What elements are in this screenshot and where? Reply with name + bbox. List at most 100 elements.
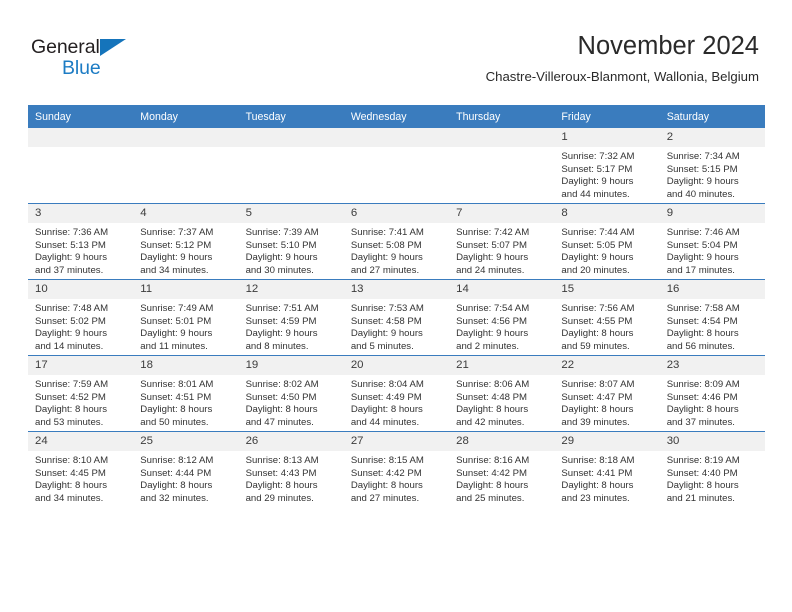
day-detail-lines: Sunrise: 7:46 AM Sunset: 5:04 PM Daylight:… [660, 223, 765, 277]
day-detail-lines: Sunrise: 7:54 AM Sunset: 4:56 PM Daylight:… [449, 299, 554, 353]
daylight-text-cont: and 27 minutes. [350, 492, 420, 504]
daylight-text-cont: and 21 minutes. [666, 492, 735, 504]
calendar-week-row: 10 Sunrise: 7:48 AM Sunset: 5:02 PM Dayligh… [28, 279, 765, 356]
sunrise-text: Sunrise: 8:16 AM [456, 455, 530, 466]
calendar-day-cell[interactable]: 15 Sunrise: 7:56 AM Sunset: 4:55 PM Dayligh… [554, 279, 660, 356]
calendar-day-cell[interactable]: 25 Sunrise: 8:12 AM Sunset: 4:44 PM Dayligh… [133, 431, 239, 507]
sunset-text: Sunset: 4:49 PM [350, 391, 422, 403]
calendar-day-cell[interactable]: 23 Sunrise: 8:09 AM Sunset: 4:46 PM Dayligh… [659, 355, 765, 432]
day-number: 6 [343, 204, 450, 223]
daylight-text: Daylight: 9 hours [35, 328, 107, 340]
sunrise-text: Sunrise: 8:06 AM [456, 379, 530, 390]
calendar-day-cell[interactable]: 21 Sunrise: 8:06 AM Sunset: 4:48 PM Dayligh… [449, 355, 555, 432]
daylight-text: Daylight: 9 hours [350, 252, 423, 264]
sunset-text: Sunset: 4:51 PM [140, 391, 212, 403]
day-number: 28 [449, 432, 555, 451]
calendar-day-cell[interactable]: 11 Sunrise: 7:49 AM Sunset: 5:01 PM Dayligh… [133, 279, 239, 356]
calendar-day-cell[interactable]: 2 Sunrise: 7:34 AM Sunset: 5:15 PM Daylight… [659, 128, 765, 204]
daylight-text-cont: and 37 minutes. [35, 264, 104, 276]
calendar-day-cell[interactable]: 20 Sunrise: 8:04 AM Sunset: 4:49 PM Dayligh… [343, 355, 450, 432]
weekday-header-sunday: Sunday [28, 105, 134, 128]
sunset-text: Sunset: 5:05 PM [561, 239, 633, 251]
calendar-day-cell-empty [238, 128, 344, 204]
daylight-text-cont: and 24 minutes. [456, 264, 525, 276]
daylight-text: Daylight: 9 hours [456, 328, 529, 340]
calendar-day-cell[interactable]: 13 Sunrise: 7:53 AM Sunset: 4:58 PM Dayligh… [343, 279, 450, 356]
sunrise-text: Sunrise: 8:15 AM [350, 455, 424, 466]
day-number: 10 [28, 280, 134, 299]
calendar-day-cell[interactable]: 7 Sunrise: 7:42 AM Sunset: 5:07 PM Daylight… [449, 203, 555, 280]
day-detail-lines: Sunrise: 7:34 AM Sunset: 5:15 PM Daylight:… [660, 147, 765, 201]
calendar-day-cell[interactable]: 12 Sunrise: 7:51 AM Sunset: 4:59 PM Dayligh… [238, 279, 344, 356]
day-detail-lines: Sunrise: 8:13 AM Sunset: 4:43 PM Daylight:… [239, 451, 344, 505]
sunset-text: Sunset: 5:01 PM [140, 315, 212, 327]
day-number: 7 [449, 204, 555, 223]
day-number: 24 [28, 432, 134, 451]
sunset-text: Sunset: 5:02 PM [35, 315, 106, 327]
sunset-text: Sunset: 4:59 PM [245, 315, 317, 327]
daylight-text-cont: and 23 minutes. [561, 492, 630, 504]
day-number: 23 [659, 356, 765, 375]
calendar-day-cell[interactable]: 27 Sunrise: 8:15 AM Sunset: 4:42 PM Dayligh… [343, 431, 450, 507]
sunrise-text: Sunrise: 7:51 AM [245, 303, 319, 314]
logo-text-general: General [31, 36, 100, 58]
sunset-text: Sunset: 4:54 PM [666, 315, 738, 327]
calendar-day-cell[interactable]: 30 Sunrise: 8:19 AM Sunset: 4:40 PM Dayligh… [659, 431, 765, 507]
daylight-text: Daylight: 8 hours [140, 404, 213, 416]
daylight-text: Daylight: 8 hours [561, 480, 634, 492]
day-detail-lines: Sunrise: 7:44 AM Sunset: 5:05 PM Daylight:… [554, 223, 659, 277]
calendar-table: Sunday Monday Tuesday Wednesday Thursday Frid… [28, 105, 765, 507]
calendar-day-cell-empty [343, 128, 450, 204]
calendar-day-cell[interactable]: 29 Sunrise: 8:18 AM Sunset: 4:41 PM Dayligh… [554, 431, 660, 507]
daylight-text: Daylight: 9 hours [245, 328, 318, 340]
sunset-text: Sunset: 4:45 PM [35, 467, 106, 479]
sunset-text: Sunset: 4:47 PM [561, 391, 633, 403]
sunrise-text: Sunrise: 7:32 AM [561, 151, 635, 162]
calendar-day-cell[interactable]: 26 Sunrise: 8:13 AM Sunset: 4:43 PM Dayligh… [238, 431, 344, 507]
calendar-week-row: 3 Sunrise: 7:36 AM Sunset: 5:13 PM Daylight… [28, 203, 765, 280]
sunrise-text: Sunrise: 7:36 AM [35, 227, 109, 238]
calendar-day-cell[interactable]: 8 Sunrise: 7:44 AM Sunset: 5:05 PM Daylight… [554, 203, 660, 280]
daylight-text-cont: and 40 minutes. [666, 188, 735, 200]
daylight-text-cont: and 17 minutes. [666, 264, 735, 276]
calendar-day-cell[interactable]: 5 Sunrise: 7:39 AM Sunset: 5:10 PM Daylight… [238, 203, 344, 280]
logo-triangle-icon [100, 39, 126, 56]
sunrise-text: Sunrise: 7:37 AM [140, 227, 214, 238]
day-detail-lines: Sunrise: 8:02 AM Sunset: 4:50 PM Daylight:… [239, 375, 344, 429]
calendar-day-cell-empty [28, 128, 134, 204]
sunrise-text: Sunrise: 8:02 AM [245, 379, 319, 390]
day-detail-lines: Sunrise: 8:01 AM Sunset: 4:51 PM Daylight:… [133, 375, 238, 429]
calendar-day-cell[interactable]: 9 Sunrise: 7:46 AM Sunset: 5:04 PM Daylight… [659, 203, 765, 280]
calendar-day-cell[interactable]: 10 Sunrise: 7:48 AM Sunset: 5:02 PM Dayligh… [28, 279, 134, 356]
calendar-day-cell[interactable]: 3 Sunrise: 7:36 AM Sunset: 5:13 PM Daylight… [28, 203, 134, 280]
day-number: 15 [554, 280, 660, 299]
sunset-text: Sunset: 4:44 PM [140, 467, 212, 479]
calendar-day-cell[interactable]: 6 Sunrise: 7:41 AM Sunset: 5:08 PM Daylight… [343, 203, 450, 280]
daylight-text-cont: and 20 minutes. [561, 264, 630, 276]
daylight-text: Daylight: 8 hours [35, 404, 107, 416]
day-number [28, 128, 134, 147]
calendar-day-cell[interactable]: 24 Sunrise: 8:10 AM Sunset: 4:45 PM Dayligh… [28, 431, 134, 507]
calendar-day-cell[interactable]: 28 Sunrise: 8:16 AM Sunset: 4:42 PM Dayligh… [449, 431, 555, 507]
daylight-text-cont: and 34 minutes. [140, 264, 209, 276]
day-number: 8 [554, 204, 660, 223]
calendar-day-cell[interactable]: 18 Sunrise: 8:01 AM Sunset: 4:51 PM Dayligh… [133, 355, 239, 432]
day-number: 17 [28, 356, 134, 375]
calendar-day-cell[interactable]: 17 Sunrise: 7:59 AM Sunset: 4:52 PM Dayligh… [28, 355, 134, 432]
daylight-text-cont: and 39 minutes. [561, 416, 630, 428]
calendar-day-cell[interactable]: 1 Sunrise: 7:32 AM Sunset: 5:17 PM Daylight… [554, 128, 660, 204]
calendar-day-cell[interactable]: 4 Sunrise: 7:37 AM Sunset: 5:12 PM Daylight… [133, 203, 239, 280]
day-number: 20 [343, 356, 450, 375]
sunset-text: Sunset: 4:56 PM [456, 315, 528, 327]
calendar-day-cell[interactable]: 19 Sunrise: 8:02 AM Sunset: 4:50 PM Dayligh… [238, 355, 344, 432]
sunset-text: Sunset: 5:17 PM [561, 163, 633, 175]
day-detail-lines: Sunrise: 8:16 AM Sunset: 4:42 PM Daylight:… [449, 451, 554, 505]
calendar-day-cell[interactable]: 14 Sunrise: 7:54 AM Sunset: 4:56 PM Dayligh… [449, 279, 555, 356]
day-detail-lines: Sunrise: 7:49 AM Sunset: 5:01 PM Daylight:… [133, 299, 238, 353]
sunrise-text: Sunrise: 7:41 AM [350, 227, 424, 238]
day-detail-lines: Sunrise: 8:06 AM Sunset: 4:48 PM Daylight:… [449, 375, 554, 429]
sunrise-text: Sunrise: 7:48 AM [35, 303, 109, 314]
calendar-day-cell[interactable]: 16 Sunrise: 7:58 AM Sunset: 4:54 PM Dayligh… [659, 279, 765, 356]
day-detail-lines: Sunrise: 7:58 AM Sunset: 4:54 PM Daylight:… [660, 299, 765, 353]
calendar-day-cell[interactable]: 22 Sunrise: 8:07 AM Sunset: 4:47 PM Dayligh… [554, 355, 660, 432]
